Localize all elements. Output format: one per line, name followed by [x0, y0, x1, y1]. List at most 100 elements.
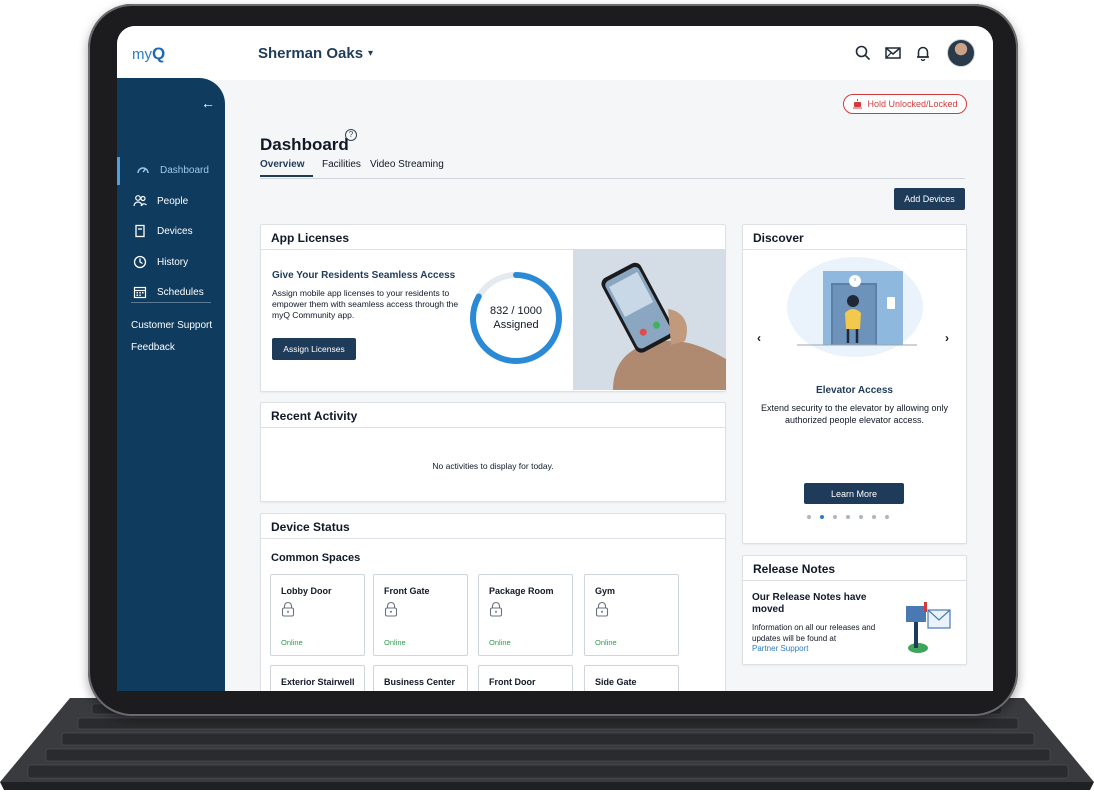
device-name: Front Gate	[384, 586, 430, 596]
carousel-dots	[807, 515, 907, 523]
carousel-next-icon[interactable]: ›	[945, 331, 949, 345]
partner-support-link[interactable]: Partner Support	[752, 644, 808, 653]
carousel-prev-icon[interactable]: ‹	[757, 331, 761, 345]
sidebar-item-people[interactable]: People	[117, 188, 225, 216]
card-header: App Licenses	[261, 225, 725, 250]
lock-icon	[595, 601, 609, 617]
device-status: Online	[489, 638, 511, 647]
learn-more-button[interactable]: Learn More	[804, 483, 904, 504]
device-name: Front Door	[489, 677, 536, 687]
sidebar-item-dashboard[interactable]: Dashboard	[117, 157, 228, 185]
device-tile-gym[interactable]: Gym Online	[584, 574, 679, 656]
recent-activity-card: Recent Activity No activities to display…	[260, 402, 726, 502]
sidebar-item-label: Devices	[157, 226, 193, 237]
device-tile-package-room[interactable]: Package Room Online	[478, 574, 573, 656]
tab-video-streaming[interactable]: Video Streaming	[370, 159, 444, 170]
help-icon[interactable]: ?	[345, 129, 357, 141]
common-spaces-heading: Common Spaces	[271, 552, 361, 564]
card-title: Recent Activity	[271, 409, 358, 423]
sidebar-divider	[131, 302, 211, 303]
release-notes-text: Information on all our releases and upda…	[752, 623, 876, 643]
app-licenses-description: Assign mobile app licenses to your resid…	[272, 288, 459, 320]
sidebar: ← Dashboard People Devices History Sched…	[117, 78, 225, 691]
chevron-down-icon[interactable]: ▾	[368, 48, 373, 59]
sidebar-item-devices[interactable]: Devices	[117, 218, 225, 246]
sidebar-item-label: History	[157, 257, 189, 268]
search-icon[interactable]	[854, 44, 872, 62]
discover-title: Elevator Access	[816, 385, 893, 396]
logo-suffix: Q	[152, 44, 166, 63]
device-name: Package Room	[489, 586, 554, 596]
card-title: Device Status	[271, 520, 350, 534]
carousel-dot[interactable]	[885, 515, 889, 519]
device-tile-business-center[interactable]: Business Center	[373, 665, 468, 691]
active-tab-indicator	[260, 175, 313, 177]
discover-description: Extend security to the elevator by allow…	[760, 403, 949, 425]
lock-icon	[281, 601, 295, 617]
app-licenses-title: Give Your Residents Seamless Access	[272, 270, 456, 281]
page-title: Dashboard	[260, 135, 349, 154]
mailbox-illustration	[906, 602, 951, 653]
device-name: Lobby Door	[281, 586, 332, 596]
app-licenses-card: App Licenses Give Your Residents Seamles…	[260, 224, 726, 392]
add-devices-button[interactable]: Add Devices	[894, 188, 965, 210]
clock-icon	[133, 255, 147, 269]
carousel-dot[interactable]	[859, 515, 863, 519]
device-icon	[135, 224, 145, 238]
customer-support-link[interactable]: Customer Support	[131, 320, 212, 331]
tab-facilities[interactable]: Facilities	[322, 159, 361, 170]
back-arrow-icon[interactable]: ←	[201, 95, 215, 111]
assign-licenses-button[interactable]: Assign Licenses	[272, 338, 356, 360]
device-tile-side-gate[interactable]: Side Gate	[584, 665, 679, 691]
device-tile-front-door[interactable]: Front Door	[478, 665, 573, 691]
sidebar-item-label: People	[157, 196, 189, 207]
tab-divider	[260, 178, 965, 179]
hold-button-label: Hold Unlocked/Locked	[867, 99, 958, 109]
release-notes-title: Our Release Notes have moved	[752, 592, 867, 615]
card-title: Release Notes	[753, 562, 836, 576]
card-title: App Licenses	[271, 231, 350, 245]
carousel-dot[interactable]	[872, 515, 876, 519]
carousel-dot[interactable]	[807, 515, 811, 519]
mail-icon[interactable]	[884, 44, 902, 62]
card-header: Device Status	[261, 514, 725, 539]
device-status-card: Device Status Common Spaces Lobby Door O…	[260, 513, 726, 691]
device-status: Online	[384, 638, 406, 647]
carousel-dot[interactable]	[820, 515, 824, 519]
calendar-icon	[133, 286, 147, 299]
people-icon	[133, 195, 147, 207]
phone-in-hand-image	[573, 249, 726, 390]
top-bar: myQ Sherman Oaks ▾	[117, 26, 993, 80]
site-name[interactable]: Sherman Oaks	[258, 45, 363, 62]
card-header: Discover	[743, 225, 966, 250]
lock-icon	[384, 601, 398, 617]
device-name: Exterior Stairwell	[281, 677, 355, 687]
card-title: Discover	[753, 231, 804, 245]
licenses-count: 832 / 1000 Assigned	[471, 304, 561, 332]
device-tile-lobby-door[interactable]: Lobby Door Online	[270, 574, 365, 656]
bell-icon[interactable]	[914, 44, 932, 62]
carousel-dot[interactable]	[846, 515, 850, 519]
device-tile-exterior-stairwell[interactable]: Exterior Stairwell	[270, 665, 365, 691]
hold-unlocked-locked-button[interactable]: Hold Unlocked/Locked	[843, 94, 967, 114]
feedback-link[interactable]: Feedback	[131, 342, 175, 353]
device-name: Side Gate	[595, 677, 637, 687]
empty-state-text: No activities to display for today.	[432, 461, 554, 471]
logo-prefix: my	[132, 46, 152, 63]
tab-overview[interactable]: Overview	[260, 159, 304, 170]
avatar[interactable]	[947, 39, 975, 67]
assigned-label: Assigned	[493, 319, 539, 331]
elevator-illustration	[787, 257, 923, 357]
sidebar-item-history[interactable]: History	[117, 249, 225, 277]
sidebar-item-label: Schedules	[157, 287, 204, 298]
app-logo[interactable]: myQ	[132, 44, 165, 64]
device-status: Online	[281, 638, 303, 647]
sidebar-item-label: Dashboard	[160, 165, 209, 176]
carousel-dot[interactable]	[833, 515, 837, 519]
device-name: Business Center	[384, 677, 456, 687]
app-screen: myQ Sherman Oaks ▾ ← Dashboard People De…	[117, 26, 993, 691]
lock-icon	[489, 601, 503, 617]
device-status: Online	[595, 638, 617, 647]
device-tile-front-gate[interactable]: Front Gate Online	[373, 574, 468, 656]
card-header: Release Notes	[743, 556, 966, 581]
